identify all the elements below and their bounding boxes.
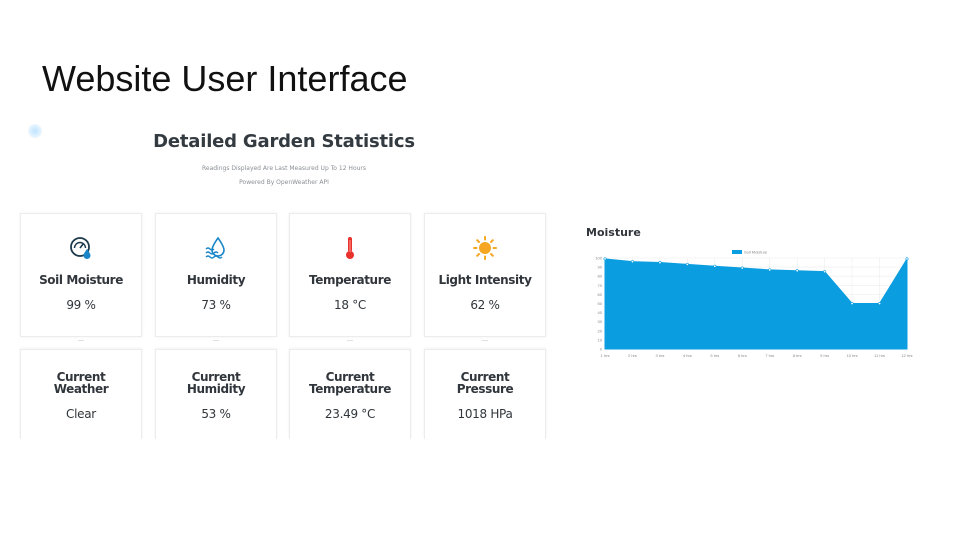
card-label-line2: Temperature: [309, 382, 391, 396]
chart-title: Moisture: [586, 226, 641, 239]
data-point: [878, 301, 882, 305]
slide-title: Website User Interface: [42, 58, 408, 99]
data-point: [850, 301, 854, 305]
y-tick-label: 100: [595, 256, 602, 261]
card-value: 23.49 °C: [324, 407, 376, 421]
decorative-dot: [28, 124, 42, 138]
current-temperature-card: Current Temperature 23.49 °C: [289, 349, 411, 439]
x-tick-label: 10 hrs: [847, 353, 858, 358]
y-tick-label: 10: [598, 337, 603, 342]
soil-moisture-gauge-icon: [69, 236, 93, 260]
card-label-line2: Pressure: [456, 382, 514, 396]
y-tick-label: 30: [598, 319, 603, 324]
sun-icon: [473, 236, 497, 260]
y-tick-label: 80: [598, 274, 603, 279]
y-tick-label: 70: [598, 283, 603, 288]
card-footer-dash: —: [347, 338, 353, 344]
moisture-area-chart: 0 10 20 30 40 50 60 70 80 90 100 1 hrs 2 hrs 3 hrs 4 h…: [595, 250, 912, 359]
legend-label: Soil Moisture: [744, 250, 768, 255]
card-label-line2: Humidity: [186, 382, 246, 396]
card-value: 53 %: [201, 407, 231, 421]
humidity-card: Humidity 73 % —: [155, 213, 277, 344]
card-footer-dash: —: [78, 338, 84, 344]
x-tick-label: 11 hrs: [874, 353, 885, 358]
card-label: Soil Moisture: [39, 273, 123, 287]
x-tick-label: 4 hrs: [683, 353, 692, 358]
light-intensity-card: Light Intensity 62 % —: [424, 213, 546, 344]
card-value: 73 %: [201, 298, 231, 312]
card-value: 62 %: [470, 298, 500, 312]
soil-moisture-card: Soil Moisture 99 % —: [20, 213, 142, 344]
x-tick-label: 3 hrs: [655, 353, 664, 358]
y-tick-label: 40: [598, 310, 603, 315]
page-subtitle-powered-by: Powered By OpenWeather API: [239, 179, 329, 186]
card-label: Current Pressure: [425, 371, 545, 395]
card-label: Temperature: [309, 273, 391, 287]
page-title: Detailed Garden Statistics: [153, 131, 415, 152]
water-drop-waves-icon: [204, 236, 228, 260]
data-point: [905, 257, 909, 261]
y-tick-label: 60: [598, 292, 603, 297]
current-weather-card: Current Weather Clear: [20, 349, 142, 439]
card-label: Humidity: [186, 273, 246, 287]
x-tick-label: 12 hrs: [901, 353, 912, 358]
current-humidity-card: Current Humidity 53 %: [155, 349, 277, 439]
card-label: Current Humidity: [156, 371, 276, 395]
x-tick-label: 7 hrs: [765, 353, 774, 358]
x-tick-label: 2 hrs: [628, 353, 637, 358]
current-pressure-card: Current Pressure 1018 HPa: [424, 349, 546, 439]
data-point: [823, 270, 827, 274]
data-point: [768, 268, 772, 272]
y-tick-label: 0: [600, 347, 603, 352]
x-tick-label: 5 hrs: [710, 353, 719, 358]
card-value: 99 %: [66, 298, 96, 312]
data-point: [713, 264, 717, 268]
y-tick-label: 50: [598, 301, 603, 306]
card-footer-dash: —: [482, 338, 488, 344]
y-tick-label: 20: [598, 328, 603, 333]
series-area-soil-moisture: [604, 257, 908, 350]
card-value: 1018 HPa: [457, 407, 513, 421]
card-value: Clear: [66, 407, 96, 421]
page-subtitle-readings: Readings Displayed Are Last Measured Up …: [201, 165, 367, 172]
data-point: [630, 260, 634, 264]
card-label: Light Intensity: [438, 273, 532, 287]
card-label: Current Temperature: [290, 371, 410, 395]
x-tick-label: 8 hrs: [793, 353, 802, 358]
x-tick-label: 9 hrs: [820, 353, 829, 358]
card-value: 18 °C: [334, 298, 366, 312]
data-point: [658, 261, 662, 265]
legend-swatch: [732, 250, 742, 254]
card-footer-dash: —: [213, 338, 219, 344]
temperature-card: Temperature 18 °C —: [289, 213, 411, 344]
card-label-line2: Weather: [53, 382, 109, 396]
data-point: [603, 257, 607, 261]
data-point: [740, 266, 744, 270]
data-point: [685, 262, 689, 266]
y-tick-label: 90: [598, 265, 603, 270]
card-label: Current Weather: [21, 371, 141, 395]
x-tick-label: 1 hrs: [601, 353, 610, 358]
data-point: [795, 269, 799, 273]
thermometer-icon: [338, 236, 362, 260]
x-tick-label: 6 hrs: [738, 353, 747, 358]
